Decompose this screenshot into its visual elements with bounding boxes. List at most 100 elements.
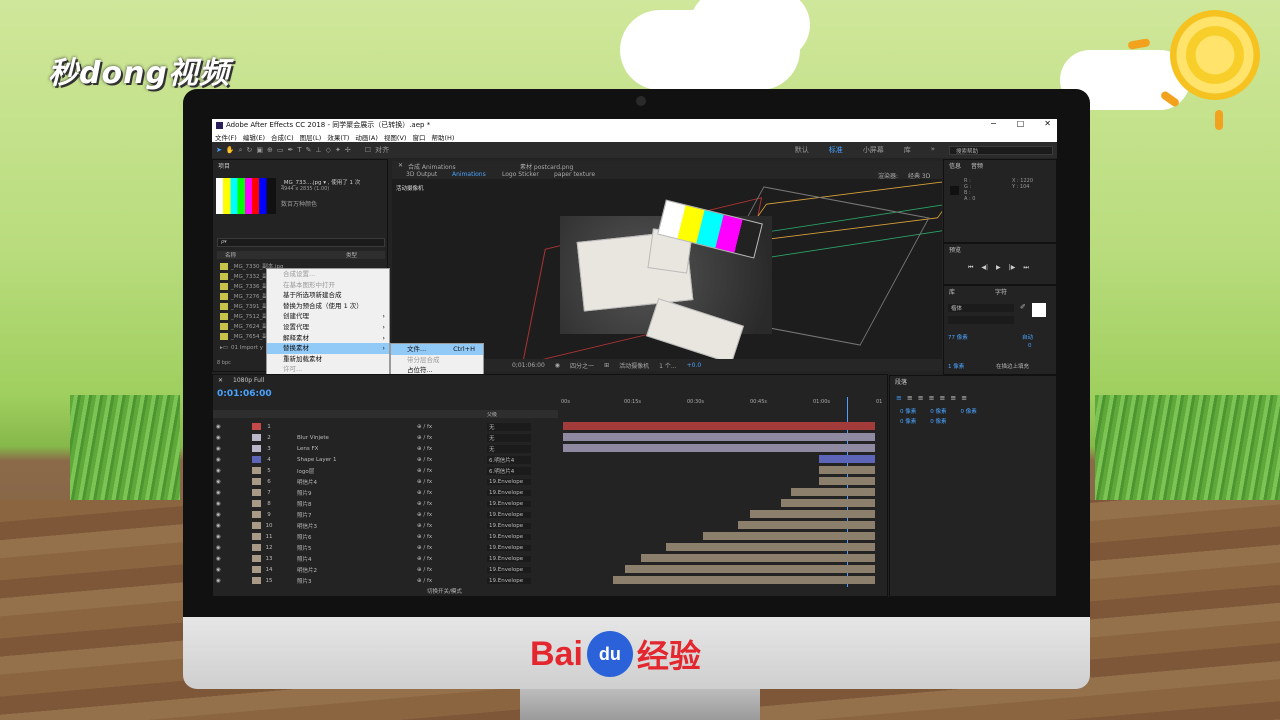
layer-duration-bar[interactable] bbox=[665, 543, 875, 551]
layer-switches[interactable]: ⊕ ∕ fx bbox=[417, 556, 487, 562]
label-color-swatch[interactable] bbox=[252, 522, 261, 529]
layer-name[interactable]: 明信片4 bbox=[297, 478, 417, 486]
label-color-swatch[interactable] bbox=[252, 489, 261, 496]
layer-switches[interactable]: ⊕ ∕ fx bbox=[417, 523, 487, 529]
parent-select[interactable]: 19.Envelope bbox=[487, 544, 531, 551]
indent-right-field[interactable]: 0 像素 bbox=[930, 407, 946, 415]
parent-select[interactable]: 19.Envelope bbox=[487, 489, 531, 496]
workspace-small-screen[interactable]: 小屏幕 bbox=[863, 145, 884, 155]
parent-select[interactable]: 无 bbox=[487, 433, 531, 442]
parent-select[interactable]: 6.明信片4 bbox=[487, 455, 531, 464]
help-search-input[interactable]: 搜索帮助 bbox=[949, 145, 1053, 155]
parent-select[interactable]: 无 bbox=[487, 444, 531, 453]
layer-switches[interactable]: ⊕ ∕ fx bbox=[417, 424, 487, 430]
layer-name[interactable]: Blur Vinjete bbox=[297, 435, 417, 441]
layer-row[interactable]: ◉ 1 ⊕ ∕ fx 无 bbox=[213, 421, 558, 432]
menu-item[interactable]: 重新加载素材 bbox=[267, 354, 389, 365]
menu-item[interactable]: 文件... Ctrl+H bbox=[391, 344, 483, 355]
play-button[interactable]: ▶ bbox=[996, 264, 1001, 272]
layer-switches[interactable]: ⊕ ∕ fx bbox=[417, 567, 487, 573]
label-color-swatch[interactable] bbox=[252, 456, 261, 463]
layer-duration-bar[interactable] bbox=[818, 477, 875, 485]
menu-item[interactable]: 基于所选项新建合成 bbox=[267, 290, 389, 301]
layer-switches[interactable]: ⊕ ∕ fx bbox=[417, 457, 487, 463]
tracking-field[interactable]: 0 bbox=[1028, 343, 1032, 349]
tab-character[interactable]: 字符 bbox=[995, 287, 1007, 296]
layer-duration-bar[interactable] bbox=[625, 565, 875, 573]
minimize-button[interactable]: − bbox=[990, 119, 997, 128]
layer-switches[interactable]: ⊕ ∕ fx bbox=[417, 545, 487, 551]
crumb-logo-sticker[interactable]: Logo Sticker bbox=[502, 171, 539, 178]
layer-duration-bar[interactable] bbox=[790, 488, 875, 496]
renderer-value[interactable]: 经典 3D bbox=[908, 171, 930, 180]
visibility-icon[interactable]: ◉ bbox=[216, 424, 246, 430]
label-color-swatch[interactable] bbox=[252, 467, 261, 474]
toggle-switches-modes[interactable]: 切换开关/模式 bbox=[427, 587, 462, 595]
layer-name[interactable]: Lens FX bbox=[297, 446, 417, 452]
layer-name[interactable]: 照片7 bbox=[297, 511, 417, 519]
layer-row[interactable]: ◉ 15 照片3 ⊕ ∕ fx 19.Envelope bbox=[213, 575, 558, 586]
layer-name[interactable]: Shape Layer 1 bbox=[297, 457, 417, 463]
layer-switches[interactable]: ⊕ ∕ fx bbox=[417, 468, 487, 474]
puppet-tool-icon[interactable]: ✢ bbox=[345, 146, 351, 154]
parent-select[interactable]: 19.Envelope bbox=[487, 511, 531, 518]
camera-tool-icon[interactable]: ▣ bbox=[256, 146, 263, 154]
layer-duration-bar[interactable] bbox=[750, 510, 875, 518]
view-camera-select[interactable]: 活动摄像机 bbox=[619, 361, 649, 370]
label-color-swatch[interactable] bbox=[252, 544, 261, 551]
resolution-select[interactable]: 四分之一 bbox=[570, 361, 594, 370]
first-frame-button[interactable]: ⏮ bbox=[968, 264, 973, 272]
menu-item[interactable]: 创建代理 › bbox=[267, 311, 389, 322]
align-left-icon[interactable]: ≡ bbox=[896, 394, 902, 402]
layer-switches[interactable]: ⊕ ∕ fx bbox=[417, 435, 487, 441]
layer-name[interactable]: logo层 bbox=[297, 467, 417, 475]
layer-switches[interactable]: ⊕ ∕ fx bbox=[417, 446, 487, 452]
visibility-icon[interactable]: ◉ bbox=[216, 534, 246, 540]
menu-item[interactable]: 解释素材 › bbox=[267, 333, 389, 344]
layer-switches[interactable]: ⊕ ∕ fx bbox=[417, 479, 487, 485]
visibility-icon[interactable]: ◉ bbox=[216, 446, 246, 452]
tab-project[interactable]: 项目 bbox=[218, 161, 230, 170]
close-button[interactable]: ✕ bbox=[1044, 119, 1051, 128]
col-name[interactable]: 名称 bbox=[225, 251, 236, 259]
layer-row[interactable]: ◉ 5 logo层 ⊕ ∕ fx 6.明信片4 bbox=[213, 465, 558, 476]
parent-select[interactable]: 19.Envelope bbox=[487, 533, 531, 540]
eyedropper-icon[interactable]: ✐ bbox=[1020, 303, 1026, 311]
col-type[interactable]: 类型 bbox=[346, 251, 357, 259]
time-ruler[interactable]: 00s 00:15s 00:30s 00:45s 01:00s 01 bbox=[561, 397, 882, 411]
menu-edit[interactable]: 编辑(E) bbox=[243, 132, 265, 142]
pan-behind-tool-icon[interactable]: ⊕ bbox=[267, 146, 273, 154]
layer-row[interactable]: ◉ 7 照片9 ⊕ ∕ fx 19.Envelope bbox=[213, 487, 558, 498]
menu-effect[interactable]: 效果(T) bbox=[327, 132, 349, 142]
menu-window[interactable]: 窗口 bbox=[412, 132, 425, 142]
layer-row[interactable]: ◉ 3 Lens FX ⊕ ∕ fx 无 bbox=[213, 443, 558, 454]
layer-row[interactable]: ◉ 8 照片8 ⊕ ∕ fx 19.Envelope bbox=[213, 498, 558, 509]
menu-animation[interactable]: 动画(A) bbox=[355, 132, 378, 142]
layer-switches[interactable]: ⊕ ∕ fx bbox=[417, 534, 487, 540]
layer-row[interactable]: ◉ 13 照片4 ⊕ ∕ fx 19.Envelope bbox=[213, 553, 558, 564]
exposure-value[interactable]: +0.0 bbox=[687, 362, 702, 369]
parent-select[interactable]: 19.Envelope bbox=[487, 478, 531, 485]
close-icon[interactable]: ✕ bbox=[218, 377, 223, 384]
align-right-icon[interactable]: ≡ bbox=[918, 394, 924, 402]
visibility-icon[interactable]: ◉ bbox=[216, 479, 246, 485]
type-tool-icon[interactable]: T bbox=[297, 146, 301, 154]
crumb-3d-output[interactable]: 3D Output bbox=[406, 171, 437, 178]
leading-field[interactable]: 自动 bbox=[1022, 333, 1033, 341]
justify-all-icon[interactable]: ≡ bbox=[961, 394, 967, 402]
rotate-tool-icon[interactable]: ↻ bbox=[247, 146, 253, 154]
layer-duration-bar[interactable] bbox=[563, 422, 875, 430]
space-after-field[interactable]: 0 像素 bbox=[930, 417, 946, 425]
eraser-tool-icon[interactable]: ◇ bbox=[326, 146, 331, 154]
fill-color-swatch[interactable] bbox=[1032, 303, 1046, 317]
menu-item[interactable]: 设置代理 › bbox=[267, 322, 389, 333]
roto-tool-icon[interactable]: ✦ bbox=[335, 146, 341, 154]
grid-icon[interactable]: ⊞ bbox=[604, 362, 609, 369]
parent-select[interactable]: 无 bbox=[487, 422, 531, 431]
workspace-library[interactable]: 库 bbox=[904, 145, 911, 155]
label-color-swatch[interactable] bbox=[252, 555, 261, 562]
visibility-icon[interactable]: ◉ bbox=[216, 468, 246, 474]
parent-column-header[interactable]: 父级 bbox=[487, 411, 497, 418]
tab-preview[interactable]: 预览 bbox=[949, 245, 961, 254]
zoom-tool-icon[interactable]: ⌕ bbox=[239, 146, 243, 155]
